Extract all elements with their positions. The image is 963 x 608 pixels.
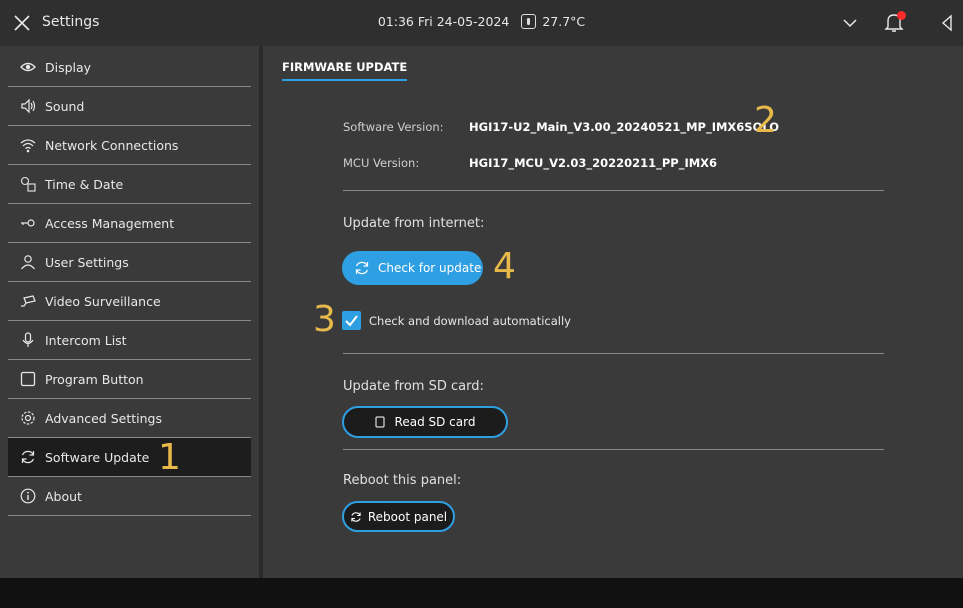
sidebar-item-time-date[interactable]: Time & Date	[8, 165, 251, 204]
sidebar-item-label: Software Update	[45, 449, 150, 465]
sd-card-icon	[375, 416, 385, 428]
refresh-icon	[21, 450, 35, 464]
reboot-panel-label: Reboot panel	[367, 509, 448, 524]
callout-number: 3	[313, 299, 336, 340]
sidebar-item-user-settings[interactable]: User Settings	[8, 243, 251, 282]
refresh-icon	[355, 261, 369, 275]
eye-icon	[20, 62, 36, 72]
sidebar-item-label: About	[45, 488, 82, 504]
divider-line	[343, 449, 884, 450]
sidebar-item-label: Time & Date	[45, 176, 124, 192]
gear-icon	[21, 411, 35, 425]
check-for-update-label: Check for update	[378, 261, 482, 275]
sidebar-item-program-button[interactable]: Program Button	[8, 360, 251, 399]
mcu-version-value: HGI17_MCU_V2.03_20220211_PP_IMX6	[469, 156, 718, 170]
info-icon	[20, 488, 36, 504]
read-sd-card-button[interactable]: Read SD card	[342, 406, 508, 438]
wifi-icon	[20, 139, 36, 153]
refresh-icon	[351, 511, 361, 522]
sidebar-item-label: Video Surveillance	[45, 293, 161, 309]
sidebar-item-software-update[interactable]: Software Update	[8, 438, 251, 477]
sidebar-item-access-management[interactable]: Access Management	[8, 204, 251, 243]
sidebar-item-label: Program Button	[45, 371, 144, 387]
reboot-panel-button[interactable]: Reboot panel	[342, 501, 455, 532]
mcu-version-label: MCU Version:	[343, 156, 420, 170]
date-text: Fri 24-05-2024	[417, 14, 510, 29]
top-bar: Settings 01:36 Fri 24-05-2024 27.7°C	[0, 0, 963, 46]
auto-download-checkbox[interactable]	[342, 311, 361, 330]
sidebar-item-label: User Settings	[45, 254, 129, 270]
sidebar-item-display[interactable]: Display	[8, 48, 251, 87]
sidebar-item-network[interactable]: Network Connections	[8, 126, 251, 165]
reboot-heading: Reboot this panel:	[343, 473, 462, 488]
sidebar-item-label: Network Connections	[45, 137, 179, 153]
callout-number: 2	[754, 100, 777, 141]
sidebar-item-intercom-list[interactable]: Intercom List	[8, 321, 251, 360]
microphone-icon	[22, 332, 34, 347]
temperature-text: 27.7°C	[542, 14, 586, 29]
bottom-bar	[0, 578, 963, 608]
camera-icon	[21, 295, 36, 307]
software-version-value: HGI17-U2_Main_V3.00_20240521_MP_IMX6SOLO	[469, 120, 780, 134]
sidebar-item-label: Advanced Settings	[45, 410, 162, 426]
divider-line	[343, 190, 884, 191]
read-sd-card-label: Read SD card	[394, 415, 476, 429]
firmware-update-panel: FIRMWARE UPDATE Software Version: HGI17-…	[263, 46, 963, 578]
sidebar-item-label: Access Management	[45, 215, 175, 231]
user-icon	[21, 255, 35, 270]
time-text: 01:36	[377, 14, 414, 29]
key-icon	[21, 219, 35, 227]
internet-update-heading: Update from internet:	[343, 216, 485, 231]
square-icon	[20, 371, 36, 387]
auto-download-label: Check and download automatically	[369, 314, 571, 328]
check-for-update-button[interactable]: Check for update	[342, 251, 483, 285]
sidebar-item-sound[interactable]: Sound	[8, 87, 251, 126]
volume-icon[interactable]	[939, 14, 953, 32]
chevron-down-icon[interactable]	[842, 16, 858, 30]
sidebar-item-label: Intercom List	[45, 332, 127, 348]
divider-line	[343, 353, 884, 354]
sidebar-item-advanced-settings[interactable]: Advanced Settings	[8, 399, 251, 438]
callout-number: 1	[158, 437, 181, 478]
status-clock: 01:36 Fri 24-05-2024 27.7°C	[0, 14, 963, 29]
sidebar-item-label: Display	[45, 59, 92, 75]
thermometer-icon	[521, 14, 537, 29]
clock-calendar-icon	[20, 176, 36, 192]
tab-firmware-update[interactable]: FIRMWARE UPDATE	[282, 60, 408, 81]
speaker-icon	[21, 98, 36, 114]
notification-badge	[897, 11, 906, 20]
checkmark-icon	[345, 315, 358, 327]
sd-update-heading: Update from SD card:	[343, 379, 484, 394]
software-version-label: Software Version:	[343, 120, 444, 134]
sidebar-item-video-surveillance[interactable]: Video Surveillance	[8, 282, 251, 321]
sidebar-item-label: Sound	[45, 98, 85, 114]
callout-number: 4	[493, 246, 516, 287]
sidebar-item-about[interactable]: About	[8, 477, 251, 516]
